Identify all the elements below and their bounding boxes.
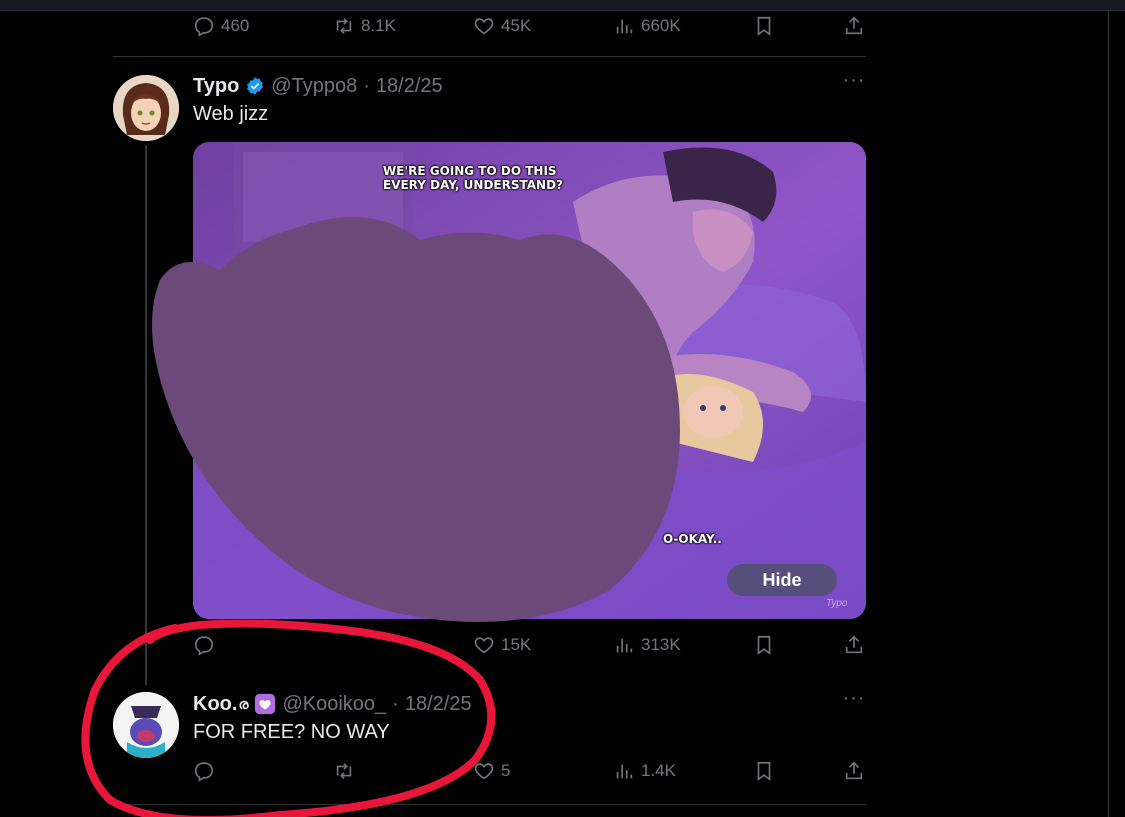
- more-button[interactable]: ···: [842, 70, 866, 95]
- tweet-header: Koo. ര @Kooikoo_ · 18/2/25: [193, 690, 472, 718]
- share-button[interactable]: [843, 756, 865, 786]
- avatar-koo[interactable]: [113, 692, 179, 758]
- repost-count: 8.1K: [361, 16, 396, 35]
- tweet-date[interactable]: 18/2/25: [376, 75, 443, 98]
- repost-button[interactable]: 8.1K: [333, 11, 396, 41]
- share-icon: [845, 635, 863, 654]
- share-icon: [845, 16, 863, 35]
- avatar-typo[interactable]: [113, 75, 179, 141]
- views-button[interactable]: 1.4K: [613, 756, 676, 786]
- views-count: 660K: [641, 16, 681, 35]
- separator-dot: ·: [363, 74, 370, 97]
- reply-button[interactable]: [193, 756, 221, 786]
- author-handle[interactable]: @Kooikoo_: [282, 693, 386, 716]
- like-count: 45K: [501, 16, 532, 35]
- divider: [113, 804, 866, 805]
- author-name[interactable]: Koo.: [193, 693, 237, 716]
- like-count: 15K: [501, 635, 532, 654]
- bookmark-icon: [757, 635, 771, 655]
- like-icon: [474, 18, 494, 35]
- tweet-date[interactable]: 18/2/25: [405, 693, 472, 716]
- timeline-border: [1108, 10, 1109, 817]
- heart-badge-icon: [255, 693, 276, 715]
- bookmark-button[interactable]: [753, 630, 775, 660]
- reply-count: 460: [221, 16, 250, 35]
- censor-scribble: [152, 217, 680, 622]
- reply-icon: [194, 636, 214, 656]
- share-icon: [845, 761, 863, 780]
- avatar-image: [113, 692, 179, 758]
- hide-label: Hide: [762, 569, 802, 590]
- repost-icon: [336, 18, 352, 34]
- more-button[interactable]: ···: [842, 688, 866, 713]
- views-count: 313K: [641, 635, 681, 654]
- views-count: 1.4K: [641, 761, 676, 780]
- tweet-text: FOR FREE? NO WAY: [193, 721, 390, 743]
- like-count: 5: [501, 761, 511, 780]
- previous-tweet-actions: 460 8.1K 45K 660K: [193, 11, 865, 41]
- more-icon: ···: [842, 69, 866, 91]
- hide-media-button[interactable]: Hide: [727, 564, 837, 596]
- tweet-text: Web jizz: [193, 103, 269, 125]
- like-button[interactable]: 15K: [473, 630, 531, 660]
- reply-button[interactable]: 460: [193, 11, 249, 41]
- like-icon: [474, 763, 494, 780]
- browser-top-bar: [0, 0, 1125, 11]
- more-icon: ···: [842, 687, 866, 709]
- tweet2-actions: 5 1.4K: [193, 756, 865, 786]
- author-handle[interactable]: @Typpo8: [271, 75, 357, 98]
- tweet-header: Typo @Typpo8 · 18/2/25: [193, 72, 443, 100]
- like-icon: [474, 637, 494, 654]
- views-button[interactable]: 660K: [613, 11, 681, 41]
- separator-dot: ·: [392, 692, 399, 715]
- tweet1-actions: 15K 313K: [193, 630, 865, 660]
- views-icon: [616, 764, 633, 779]
- share-button[interactable]: [843, 630, 865, 660]
- views-button[interactable]: 313K: [613, 630, 681, 660]
- name-symbol: ര: [238, 695, 249, 712]
- like-button[interactable]: 5: [473, 756, 510, 786]
- verified-badge-icon: [247, 77, 264, 95]
- avatar-image: [113, 75, 179, 141]
- repost-button[interactable]: [333, 756, 361, 786]
- views-icon: [616, 638, 633, 653]
- divider: [113, 56, 866, 57]
- bookmark-button[interactable]: [753, 11, 775, 41]
- repost-icon: [336, 763, 352, 779]
- share-button[interactable]: [843, 11, 865, 41]
- views-icon: [616, 19, 633, 34]
- bookmark-icon: [757, 761, 771, 781]
- watermark: Typo: [826, 598, 848, 609]
- bookmark-button[interactable]: [753, 756, 775, 786]
- reply-icon: [194, 762, 214, 782]
- like-button[interactable]: 45K: [473, 11, 531, 41]
- reply-button[interactable]: [193, 630, 221, 660]
- reply-icon: [194, 17, 214, 37]
- author-name[interactable]: Typo: [193, 75, 239, 98]
- speech-caption-top: WE'RE GOING TO DO THIS EVERY DAY, UNDERST…: [383, 164, 564, 192]
- bookmark-icon: [757, 16, 771, 36]
